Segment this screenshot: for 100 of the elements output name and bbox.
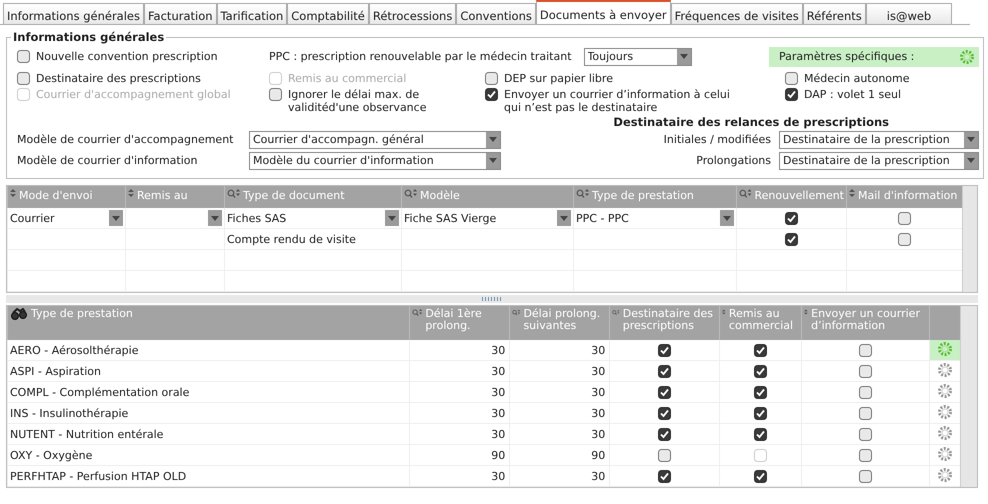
table-cell: 30 [491, 428, 506, 440]
checkbox-label: Ignorer le délai max. de validitéd'une observance [288, 88, 428, 114]
checkbox[interactable] [485, 88, 498, 101]
gear-icon[interactable] [937, 362, 954, 378]
table-cell: 90 [491, 448, 506, 462]
checkbox-label: Envoyer un courrier d’information à celui qui n’est pas le destinataire [504, 88, 731, 114]
scrollbar[interactable] [960, 306, 977, 487]
field-label: Modèle de courrier d'accompagnement [17, 133, 234, 146]
checkbox[interactable] [898, 212, 911, 225]
field-label: Initiales / modifiées [664, 133, 771, 146]
table-cell: 30 [491, 406, 506, 420]
checkbox[interactable] [754, 406, 768, 420]
dropdown[interactable]: Courrier d'accompagn. général [249, 130, 501, 148]
tab[interactable]: Facturation [144, 3, 217, 24]
gear-icon[interactable] [937, 382, 954, 398]
checkbox[interactable] [785, 72, 798, 85]
search-icon[interactable] [576, 189, 589, 198]
search-icon[interactable] [739, 189, 752, 198]
tab[interactable]: is@web [866, 3, 952, 24]
dropdown[interactable]: PPC - PPC [576, 210, 734, 226]
table-cell: 30 [491, 470, 506, 482]
table-cell: 30 [591, 364, 606, 378]
checkbox[interactable] [17, 72, 30, 85]
gear-icon[interactable] [937, 446, 954, 462]
checkbox[interactable] [898, 232, 911, 246]
gear-icon[interactable] [937, 424, 954, 440]
checkbox[interactable] [754, 428, 768, 441]
search-icon[interactable] [512, 308, 520, 317]
field-label: Prolongations [696, 154, 771, 167]
table-cell: Compte rendu de visite [227, 232, 356, 246]
binoculars-icon[interactable] [10, 308, 28, 320]
dropdown[interactable]: Courrier [10, 210, 123, 226]
checkbox[interactable] [859, 386, 872, 399]
search-icon[interactable] [227, 189, 240, 198]
dropdown[interactable]: Toujours [584, 48, 692, 66]
checkbox[interactable] [269, 88, 282, 101]
checkbox[interactable] [658, 428, 672, 441]
gear-icon[interactable] [937, 340, 954, 356]
checkbox[interactable] [485, 72, 498, 85]
scrollbar[interactable] [962, 186, 977, 292]
dropdown[interactable]: Destinataire de la prescription [779, 130, 979, 148]
table-cell: OXY - Oxygène [10, 448, 92, 462]
checkbox[interactable] [754, 364, 768, 378]
sort-icon[interactable] [804, 308, 808, 316]
tab[interactable]: Tarification [216, 3, 288, 24]
table-cell: 30 [591, 406, 606, 420]
tab[interactable]: Informations générales [3, 3, 144, 24]
tab[interactable]: Conventions [456, 3, 536, 24]
table-cell: INS - Insulinothérapie [10, 406, 128, 420]
checkbox[interactable] [658, 470, 672, 483]
checkbox[interactable] [658, 448, 672, 462]
dropdown[interactable]: Fiches SAS [227, 210, 399, 226]
sort-icon[interactable] [128, 189, 134, 197]
tab[interactable]: Référents [802, 3, 866, 24]
table-cell: 30 [491, 386, 506, 398]
table-cell: 30 [491, 344, 506, 356]
search-icon[interactable] [412, 308, 422, 317]
dropdown[interactable]: Destinataire de la prescription [779, 152, 979, 170]
gear-icon[interactable] [959, 48, 975, 64]
checkbox[interactable] [859, 344, 872, 357]
checkbox[interactable] [859, 470, 872, 483]
field-label: Modèle de courrier d'information [17, 154, 198, 167]
table-cell: 30 [591, 470, 606, 482]
sort-icon[interactable] [722, 308, 726, 316]
checkbox[interactable] [658, 406, 672, 420]
tab[interactable]: Fréquences de visites [670, 3, 803, 24]
dropdown[interactable]: Modèle du courrier d'information [249, 152, 501, 170]
checkbox-label: Remis au commercial [288, 72, 406, 85]
checkbox[interactable] [785, 212, 798, 225]
tab[interactable]: Rétrocessions [368, 3, 456, 24]
table-cell: PERFHTAP - Perfusion HTAP OLD [10, 470, 186, 482]
checkbox[interactable] [785, 88, 798, 101]
checkbox[interactable] [754, 386, 768, 399]
tab[interactable]: Comptabilité [287, 3, 369, 24]
search-icon[interactable] [404, 189, 417, 198]
checkbox-label: Nouvelle convention prescription [36, 50, 218, 63]
tab[interactable]: Documents à envoyer [536, 0, 671, 24]
checkbox[interactable] [859, 364, 872, 378]
search-icon[interactable] [612, 308, 620, 317]
sort-icon[interactable] [849, 189, 855, 197]
checkbox-label: Courrier d'accompagnement global [36, 88, 231, 101]
checkbox[interactable] [859, 448, 872, 462]
checkbox[interactable] [859, 406, 872, 420]
checkbox[interactable] [754, 470, 768, 483]
table-cell: 30 [591, 344, 606, 356]
checkbox[interactable] [785, 232, 798, 246]
dropdown[interactable]: Fiche SAS Vierge [404, 210, 571, 226]
sort-icon[interactable] [10, 189, 16, 197]
section-title: Informations générales [12, 30, 166, 44]
table-cell: AERO - Aérosolthérapie [10, 344, 138, 356]
checkbox[interactable] [658, 386, 672, 399]
checkbox[interactable] [658, 364, 672, 378]
gear-icon[interactable] [937, 466, 954, 482]
section-title: Destinataire des relances de prescriptions [613, 115, 889, 129]
gear-icon[interactable] [937, 404, 954, 420]
checkbox[interactable] [17, 50, 30, 63]
table-cell: NUTENT - Nutrition entérale [10, 428, 164, 440]
checkbox[interactable] [658, 344, 672, 357]
checkbox[interactable] [754, 344, 768, 357]
checkbox[interactable] [859, 428, 872, 441]
